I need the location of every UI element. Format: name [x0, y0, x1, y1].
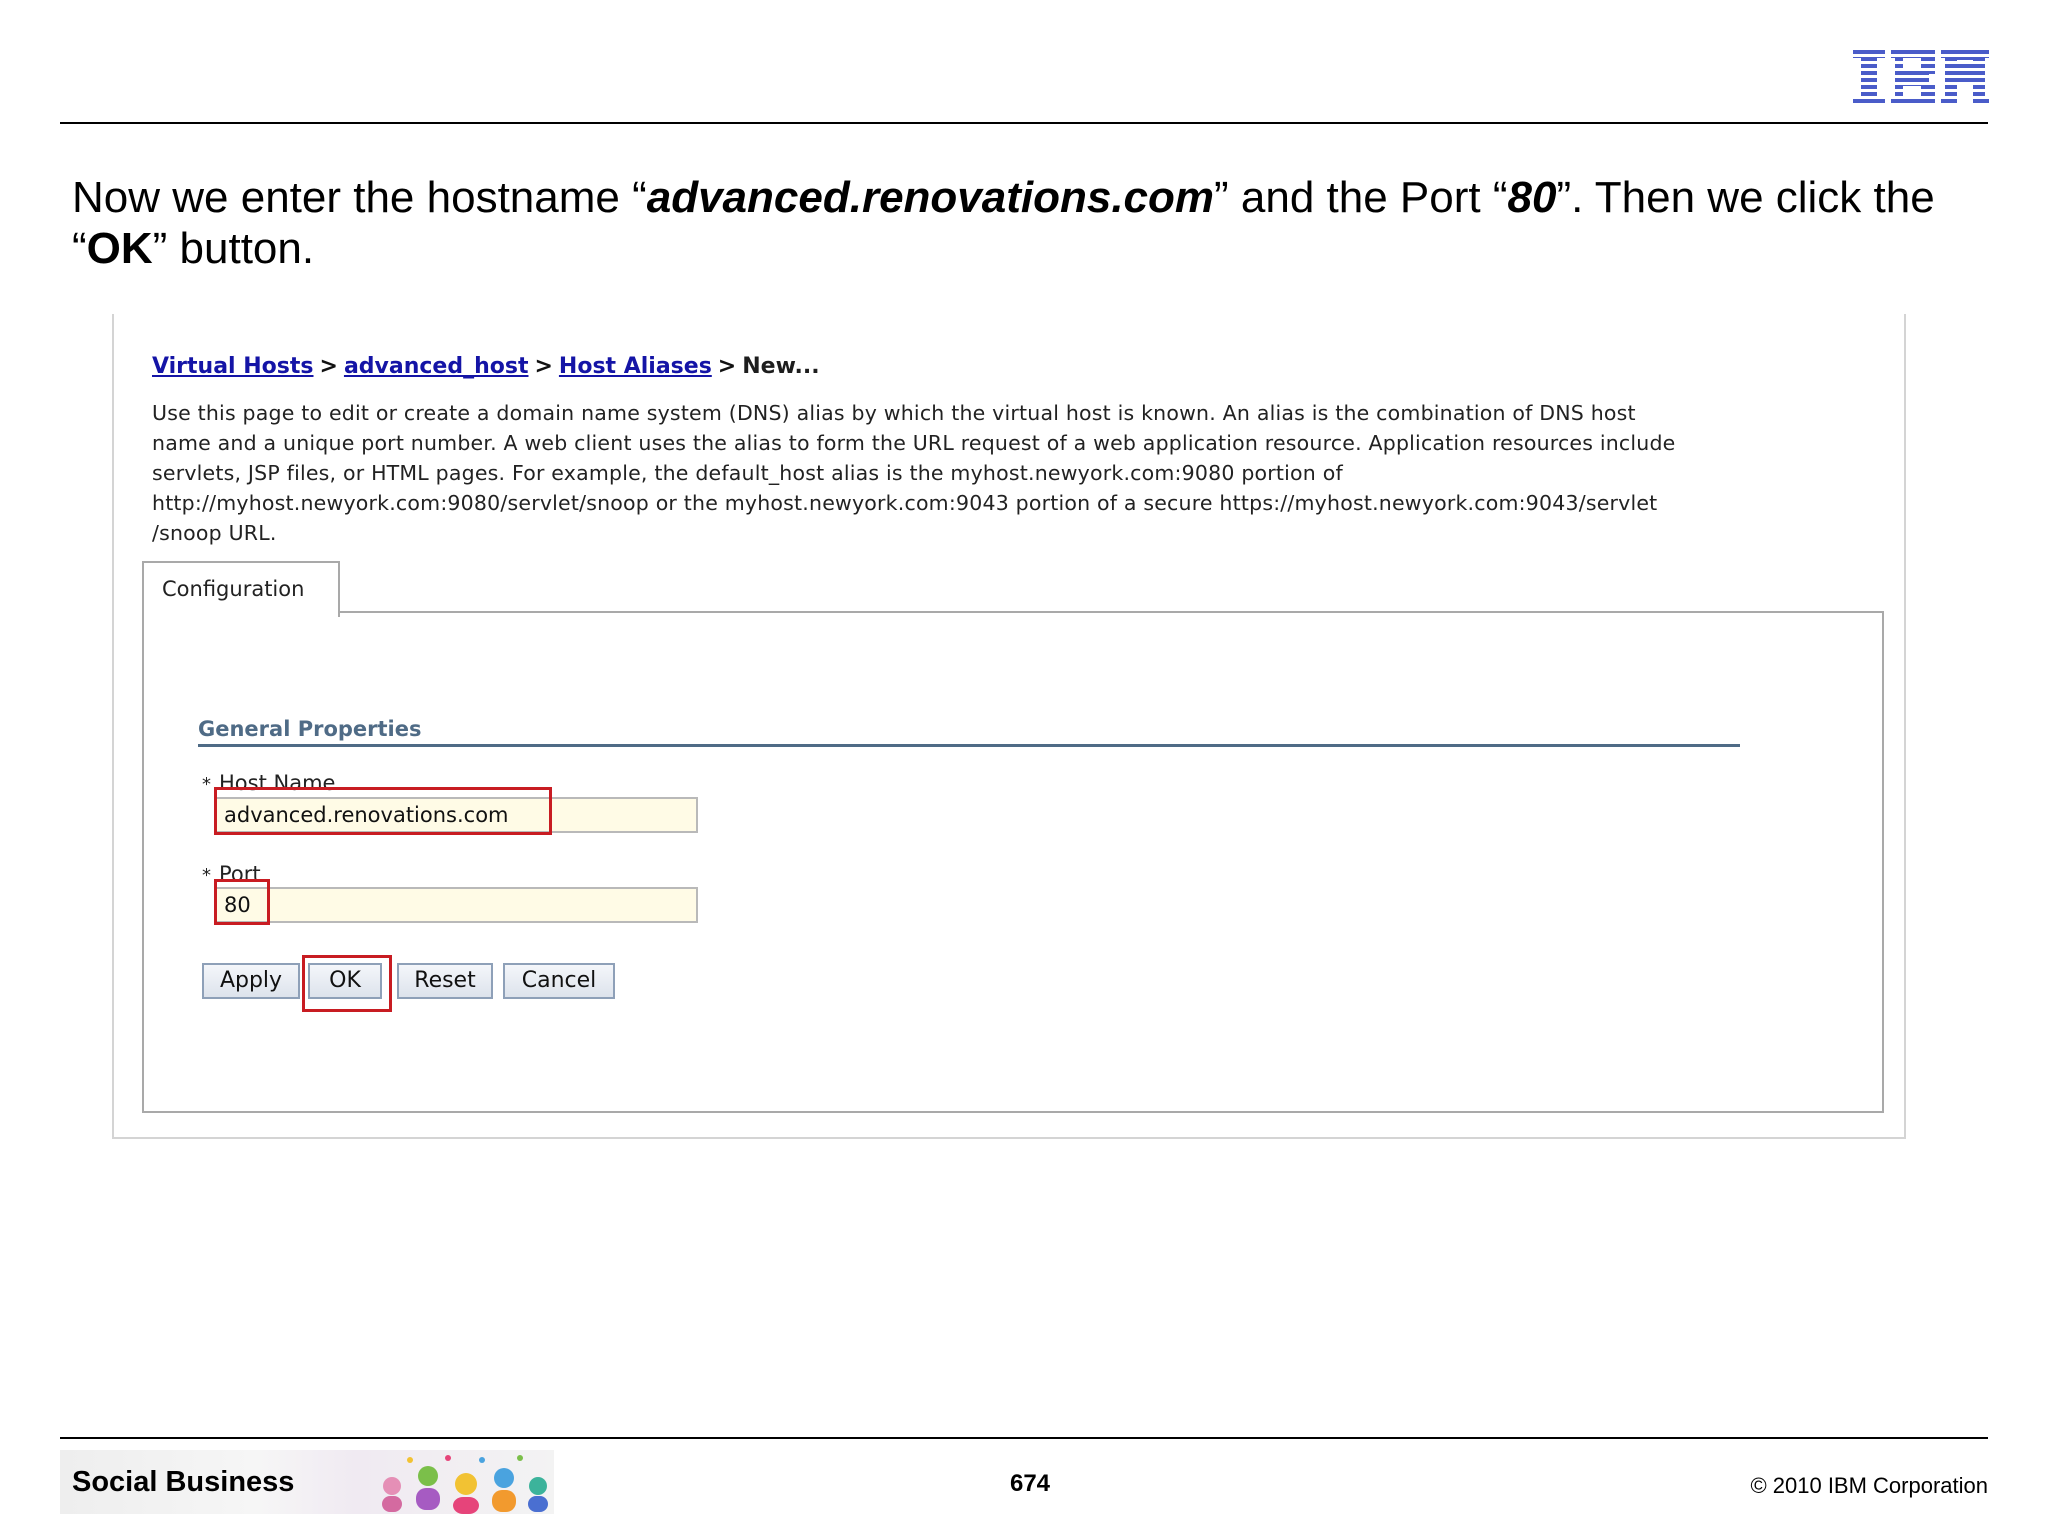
cancel-button[interactable]: Cancel: [503, 963, 615, 999]
required-marker: *: [202, 865, 211, 886]
apply-button[interactable]: Apply: [202, 963, 300, 999]
breadcrumb-advanced-host-link[interactable]: advanced_host: [344, 354, 529, 379]
copyright-text: © 2010 IBM Corporation: [1750, 1473, 1988, 1498]
tab-configuration[interactable]: Configuration: [142, 561, 340, 617]
breadcrumb: Virtual Hosts > advanced_host > Host Aliases…: [152, 354, 820, 379]
ibm-logo: [1853, 50, 1989, 106]
configuration-panel: General Properties * Host Name advanced.r…: [142, 611, 1884, 1113]
breadcrumb-virtual-hosts-link[interactable]: Virtual Hosts: [152, 354, 314, 379]
section-divider: [198, 744, 1740, 747]
ok-button-highlight: [302, 955, 392, 1012]
people-illustration-icon: [382, 1455, 548, 1514]
page-number: 674: [1009, 1470, 1051, 1497]
console-screenshot: Virtual Hosts > advanced_host > Host Aliases…: [112, 314, 1906, 1139]
breadcrumb-current: New...: [742, 354, 820, 379]
footer-rule: [60, 1437, 1988, 1439]
port-input[interactable]: 80: [214, 887, 698, 923]
header-rule: [60, 122, 1988, 124]
host-name-highlight: [214, 787, 552, 835]
reset-button[interactable]: Reset: [397, 963, 493, 999]
page-description: Use this page to edit or create a domain…: [152, 401, 1676, 545]
breadcrumb-host-aliases-link[interactable]: Host Aliases: [559, 354, 712, 379]
port-highlight: [214, 879, 270, 925]
general-properties-title: General Properties: [198, 717, 422, 741]
footer-brand: Social Business: [72, 1466, 295, 1498]
required-marker: *: [202, 774, 211, 795]
instruction-text: Now we enter the hostname “advanced.reno…: [72, 173, 1935, 273]
